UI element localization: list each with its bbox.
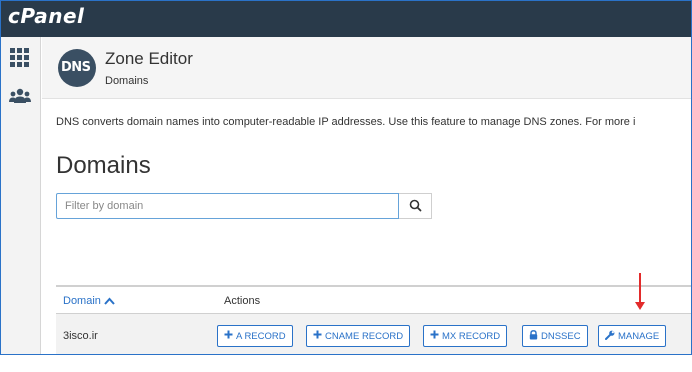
search-button[interactable]	[399, 193, 432, 219]
plus-icon	[313, 330, 322, 342]
manage-button[interactable]: MANAGE	[598, 325, 667, 347]
main-content: DNS Zone Editor Domains DNS converts dom…	[42, 37, 691, 354]
mx-record-label: MX RECORD	[442, 330, 501, 342]
annotation-arrow-head	[635, 302, 645, 310]
mx-record-button[interactable]: MX RECORD	[423, 325, 508, 347]
top-bar: cPanel	[1, 1, 691, 37]
cname-record-label: CNAME RECORD	[325, 330, 404, 342]
page-header: DNS Zone Editor Domains	[42, 37, 691, 99]
app-window: cPanel DNS Zone Editor Domains DNS conve…	[0, 0, 692, 355]
wrench-icon	[605, 330, 615, 343]
table-header: Domain Actions	[56, 285, 691, 314]
chevron-up-icon	[104, 296, 115, 308]
section-title: Domains	[56, 152, 151, 179]
dnssec-button[interactable]: DNSSEC	[522, 325, 588, 347]
page-description: DNS converts domain names into computer-…	[56, 116, 636, 128]
domain-search	[56, 193, 432, 219]
a-record-button[interactable]: A RECORD	[217, 325, 293, 347]
lock-icon	[529, 329, 538, 343]
a-record-label: A RECORD	[236, 330, 286, 342]
search-icon	[409, 199, 422, 212]
column-header-domain[interactable]: Domain	[63, 295, 115, 308]
sidebar	[1, 37, 41, 354]
column-header-domain-label: Domain	[63, 295, 101, 307]
search-input[interactable]	[56, 193, 399, 219]
domain-cell: 3isco.ir	[63, 330, 98, 342]
column-header-actions: Actions	[224, 295, 261, 307]
page-title: Zone Editor	[105, 49, 193, 68]
breadcrumb: Domains	[105, 75, 149, 87]
plus-icon	[224, 330, 233, 342]
manage-label: MANAGE	[618, 330, 660, 342]
cpanel-logo[interactable]: cPanel	[8, 4, 84, 28]
grid-icon[interactable]	[9, 47, 31, 69]
table-row: 3isco.ir A RECORD CNAME RECORD MX RECORD…	[56, 314, 691, 354]
users-icon[interactable]	[9, 85, 31, 107]
dns-badge-text: DNS	[61, 60, 91, 75]
dnssec-label: DNSSEC	[541, 330, 581, 342]
cname-record-button[interactable]: CNAME RECORD	[306, 325, 411, 347]
plus-icon	[430, 330, 439, 342]
dns-app-icon: DNS	[58, 49, 96, 87]
